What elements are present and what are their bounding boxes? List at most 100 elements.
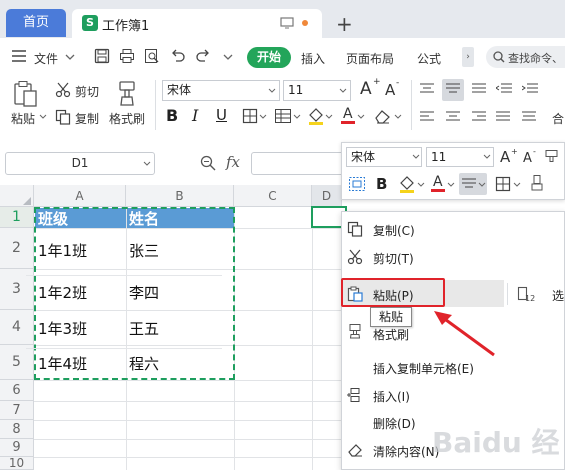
insert-function-button[interactable]: fx bbox=[226, 153, 240, 171]
print-icon[interactable] bbox=[119, 48, 135, 64]
mini-fill-color-icon[interactable] bbox=[398, 174, 416, 194]
align-left-icon[interactable] bbox=[420, 111, 434, 123]
column-header-c[interactable]: C bbox=[234, 185, 312, 207]
clear-format-dropdown-icon[interactable] bbox=[394, 114, 402, 120]
redo-icon[interactable] bbox=[195, 48, 211, 64]
borders-dropdown-icon[interactable] bbox=[259, 114, 267, 120]
decrease-indent-icon[interactable] bbox=[496, 83, 512, 95]
mini-borders-dropdown-icon[interactable] bbox=[513, 182, 521, 188]
mini-borders-icon[interactable] bbox=[495, 176, 511, 192]
scissors-icon[interactable] bbox=[55, 82, 71, 98]
mini-font-color-icon[interactable]: A bbox=[430, 173, 446, 193]
copy-button[interactable]: 复制 bbox=[75, 110, 99, 127]
command-search[interactable]: 查找命令、 bbox=[486, 46, 565, 68]
column-header-b[interactable]: B bbox=[126, 185, 234, 207]
align-top-icon[interactable] bbox=[420, 83, 434, 95]
mini-increase-font-icon[interactable]: A + bbox=[499, 147, 517, 165]
baidu-watermark: Baidu 经验 bbox=[430, 420, 560, 465]
monitor-icon[interactable] bbox=[280, 17, 294, 29]
row-header-9[interactable]: 9 bbox=[0, 439, 34, 457]
svg-text:+: + bbox=[511, 147, 517, 156]
row-header-4[interactable]: 4 bbox=[0, 310, 34, 345]
paste-button[interactable]: 粘贴 bbox=[11, 110, 35, 127]
paste-values-icon[interactable]: 12 bbox=[517, 286, 535, 302]
add-tab-button[interactable]: + bbox=[336, 12, 353, 36]
hamburger-menu-icon[interactable] bbox=[12, 50, 26, 62]
font-name-dropdown-icon[interactable] bbox=[268, 88, 276, 94]
mini-font-size-dropdown-icon[interactable] bbox=[483, 154, 491, 160]
row-header-5[interactable]: 5 bbox=[0, 345, 34, 380]
mini-font-name-dropdown-icon[interactable] bbox=[412, 154, 420, 160]
fill-color-dropdown-icon[interactable] bbox=[325, 114, 333, 120]
mini-format-painter-icon[interactable] bbox=[544, 149, 560, 165]
distributed-align-icon[interactable] bbox=[522, 111, 536, 123]
paste-large-icon[interactable] bbox=[13, 80, 39, 108]
chevron-down-icon[interactable] bbox=[65, 53, 75, 61]
quick-access-dropdown-icon[interactable] bbox=[223, 54, 233, 60]
menu-insert[interactable]: 插入(I) bbox=[341, 382, 506, 408]
ribbon-scroll-button[interactable]: › bbox=[462, 47, 474, 67]
mini-cell-format-icon[interactable] bbox=[348, 176, 366, 192]
tab-formula[interactable]: 公式 bbox=[417, 50, 441, 67]
paste-special-option[interactable]: 选 bbox=[552, 287, 564, 304]
name-box[interactable]: D1 bbox=[5, 152, 155, 175]
paste-dropdown-icon[interactable] bbox=[39, 114, 47, 120]
row-header-1[interactable]: 1 bbox=[0, 207, 34, 228]
borders-icon[interactable] bbox=[242, 108, 258, 124]
row-header-8[interactable]: 8 bbox=[0, 420, 34, 439]
zoom-formula-icon[interactable] bbox=[200, 155, 216, 171]
fill-color-icon[interactable] bbox=[307, 106, 325, 126]
column-header-d[interactable]: D bbox=[312, 185, 342, 207]
file-menu[interactable]: 文件 bbox=[34, 50, 58, 67]
justify-icon[interactable] bbox=[496, 111, 510, 123]
mini-font-color-dropdown-icon[interactable] bbox=[447, 182, 455, 188]
clear-format-icon[interactable] bbox=[373, 108, 391, 124]
merge-button[interactable]: 合 bbox=[552, 110, 564, 127]
mini-bold-button[interactable]: B bbox=[376, 175, 387, 193]
mini-fill-color-dropdown-icon[interactable] bbox=[417, 182, 425, 188]
italic-button[interactable]: I bbox=[192, 106, 198, 125]
tab-insert[interactable]: 插入 bbox=[301, 50, 325, 67]
row-header-10[interactable]: 10 bbox=[0, 457, 34, 470]
formula-input[interactable] bbox=[251, 152, 351, 175]
align-bottom-icon[interactable] bbox=[472, 83, 486, 95]
tab-home[interactable]: 首页 bbox=[6, 9, 66, 37]
name-box-dropdown-icon[interactable] bbox=[143, 161, 151, 167]
align-center-icon[interactable] bbox=[446, 111, 460, 123]
cut-button[interactable]: 剪切 bbox=[75, 83, 99, 100]
font-name-select[interactable]: 宋体 bbox=[162, 80, 280, 101]
font-size-dropdown-icon[interactable] bbox=[339, 88, 347, 94]
mini-align-dropdown-icon[interactable] bbox=[478, 182, 486, 188]
tab-page-layout[interactable]: 页面布局 bbox=[346, 50, 394, 67]
spreadsheet-icon: S bbox=[82, 15, 98, 31]
menu-cut[interactable]: 剪切(T) bbox=[341, 244, 506, 270]
row-header-7[interactable]: 7 bbox=[0, 401, 34, 420]
tab-start[interactable]: 开始 bbox=[247, 47, 291, 68]
save-icon[interactable] bbox=[94, 48, 110, 64]
format-painter-button[interactable]: 格式刷 bbox=[109, 110, 145, 127]
row-header-2[interactable]: 2 bbox=[0, 228, 34, 269]
align-middle-icon[interactable] bbox=[446, 83, 460, 95]
format-painter-icon[interactable] bbox=[116, 80, 138, 106]
mini-format-brush-icon[interactable] bbox=[530, 174, 544, 192]
increase-font-button[interactable]: A bbox=[360, 79, 372, 99]
font-color-dropdown-icon[interactable] bbox=[357, 114, 365, 120]
bold-button[interactable]: B bbox=[166, 106, 178, 125]
mini-font-name-select[interactable]: 宋体 bbox=[346, 147, 422, 167]
decrease-font-button[interactable]: A bbox=[385, 81, 395, 99]
row-header-6[interactable]: 6 bbox=[0, 380, 34, 401]
mini-align-center-icon[interactable] bbox=[462, 178, 476, 190]
copy-icon[interactable] bbox=[55, 109, 71, 125]
column-header-a[interactable]: A bbox=[34, 185, 126, 207]
underline-button[interactable]: U bbox=[216, 106, 227, 124]
menu-copy[interactable]: 复制(C) bbox=[341, 216, 506, 242]
tab-workbook[interactable]: S 工作簿1 bbox=[72, 9, 322, 38]
cell-style-dropdown-icon[interactable] bbox=[293, 114, 301, 120]
mini-decrease-font-icon[interactable]: A- bbox=[522, 147, 540, 165]
increase-indent-icon[interactable] bbox=[522, 83, 538, 95]
align-right-icon[interactable] bbox=[472, 111, 486, 123]
cell-style-icon[interactable] bbox=[274, 108, 292, 124]
font-color-icon[interactable]: A bbox=[340, 105, 356, 125]
undo-icon[interactable] bbox=[170, 48, 186, 64]
print-preview-icon[interactable] bbox=[144, 48, 160, 64]
